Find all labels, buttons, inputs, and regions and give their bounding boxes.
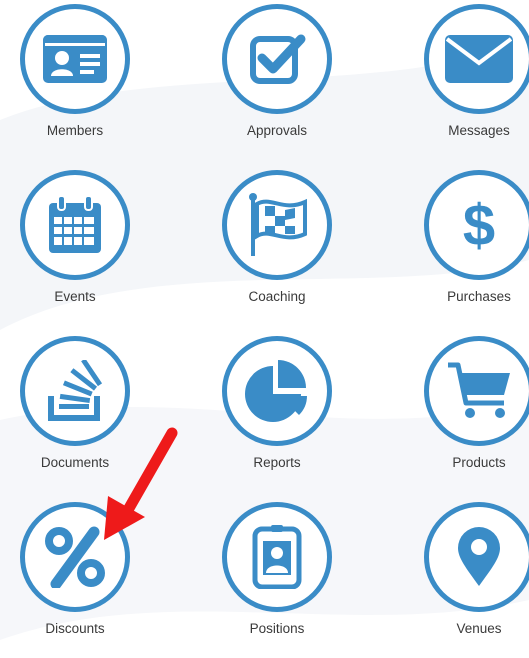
tile-venues[interactable]: Venues (404, 498, 529, 658)
tile-coaching[interactable]: Coaching (202, 166, 362, 326)
calendar-icon (49, 195, 101, 253)
messages-circle (424, 4, 529, 114)
tile-purchases[interactable]: $ Purchases (404, 166, 529, 326)
checkbox-icon (250, 34, 306, 84)
events-circle (20, 170, 130, 280)
tile-events[interactable]: Events (0, 166, 160, 326)
tile-label: Approvals (246, 123, 308, 138)
dollar-icon: $ (463, 194, 495, 256)
tile-label: Purchases (447, 289, 511, 304)
tile-label: Discounts (45, 621, 105, 636)
documents-circle (20, 336, 130, 446)
shopping-cart-icon (448, 362, 510, 418)
venues-circle (424, 502, 529, 612)
tile-label: Venues (456, 621, 502, 636)
svg-text:$: $ (463, 194, 495, 256)
checkered-flag-icon (249, 193, 307, 256)
approvals-circle (222, 4, 332, 114)
positions-circle (222, 502, 332, 612)
map-pin-icon (458, 527, 500, 586)
tile-label: Reports (253, 455, 301, 470)
percent-icon (45, 526, 105, 588)
members-circle (20, 4, 130, 114)
tile-label: Members (46, 123, 104, 138)
tile-members[interactable]: Members (0, 0, 160, 160)
tile-messages[interactable]: Messages (404, 0, 529, 160)
tile-products[interactable]: Products (404, 332, 529, 492)
stack-icon (48, 360, 103, 421)
discounts-circle (20, 502, 130, 612)
id-card-icon (43, 35, 107, 83)
badge-icon (252, 525, 302, 589)
tile-reports[interactable]: Reports (202, 332, 362, 492)
tile-label: Messages (448, 123, 510, 138)
purchases-circle: $ (424, 170, 529, 280)
tile-label: Products (452, 455, 506, 470)
tile-label: Events (54, 289, 96, 304)
tile-positions[interactable]: Positions (202, 498, 362, 658)
tile-documents[interactable]: Documents (0, 332, 160, 492)
tile-label: Coaching (248, 289, 306, 304)
coaching-circle (222, 170, 332, 280)
tile-label: Positions (249, 621, 305, 636)
tile-discounts[interactable]: Discounts (0, 498, 160, 658)
envelope-icon (445, 35, 513, 83)
tile-label: Documents (40, 455, 110, 470)
tile-approvals[interactable]: Approvals (202, 0, 362, 160)
reports-circle (222, 336, 332, 446)
pie-chart-icon (245, 360, 307, 422)
products-circle (424, 336, 529, 446)
